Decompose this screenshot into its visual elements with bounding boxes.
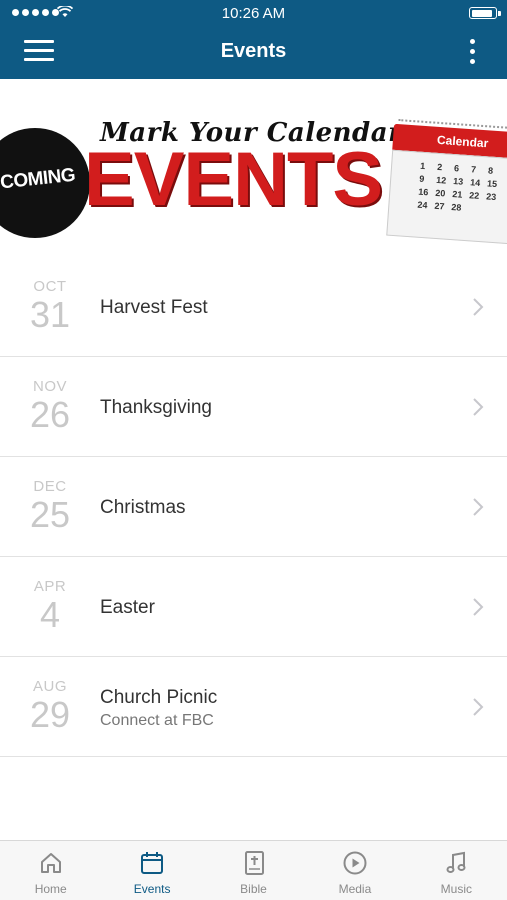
more-vertical-icon[interactable] (467, 39, 477, 67)
tab-bible[interactable]: Bible (203, 841, 304, 900)
calendar-day: 6 (453, 163, 460, 174)
calendar-illustration: Calendar 1 2 6 7 8 9 12 13 14 15 16 20 21 22 23 24 27 28 (386, 119, 507, 245)
event-row-church-picnic[interactable]: AUG 29 Church Picnic Connect at FBC (0, 657, 507, 757)
event-date: NOV 26 (18, 378, 82, 434)
event-day: 31 (29, 294, 71, 335)
app-header: 10:26 AM Events (0, 0, 507, 79)
calendar-day: 16 (418, 186, 429, 198)
event-row-easter[interactable]: APR 4 Easter (0, 557, 507, 657)
event-title: Thanksgiving (100, 397, 212, 418)
tab-label: Bible (240, 882, 267, 896)
tab-label: Home (34, 882, 67, 896)
event-day: 4 (39, 594, 61, 635)
tab-events[interactable]: Events (101, 841, 202, 900)
events-banner: PCOMING Mark Your Calendars EVENTS Calen… (0, 114, 507, 254)
event-date: DEC 25 (18, 478, 82, 534)
chevron-right-icon (473, 398, 484, 416)
event-title: Christmas (100, 497, 186, 518)
calendar-day: 2 (436, 161, 443, 173)
calendar-day: 27 (434, 200, 445, 212)
event-date: APR 4 (18, 578, 82, 634)
calendar-day: 7 (470, 164, 477, 175)
battery-icon (469, 7, 501, 19)
event-subtitle: Connect at FBC (100, 712, 214, 729)
bible-icon (244, 851, 264, 875)
event-row-harvest-fest[interactable]: OCT 31 Harvest Fest (0, 257, 507, 357)
calendar-day: 9 (418, 173, 425, 185)
event-day: 25 (29, 494, 71, 535)
music-note-icon (446, 851, 466, 873)
event-date: AUG 29 (18, 678, 82, 734)
calendar-day: 12 (435, 174, 447, 186)
calendar-day: 1 (419, 160, 426, 172)
chevron-right-icon (473, 598, 484, 616)
chevron-right-icon (473, 698, 484, 716)
calendar-day: 21 (451, 189, 463, 200)
event-title: Harvest Fest (100, 297, 208, 318)
calendar-day: 20 (434, 187, 446, 199)
event-title: Church Picnic (100, 687, 218, 708)
event-day: 29 (29, 694, 71, 735)
chevron-right-icon (473, 498, 484, 516)
banner-headline: EVENTS (84, 137, 383, 222)
calendar-icon (141, 852, 164, 874)
calendar-day: 22 (468, 190, 480, 201)
event-row-christmas[interactable]: DEC 25 Christmas (0, 457, 507, 557)
calendar-day: 8 (487, 165, 494, 176)
tab-home[interactable]: Home (0, 841, 101, 900)
calendar-day: 13 (452, 176, 464, 187)
tab-music[interactable]: Music (406, 841, 507, 900)
calendar-page: 1 2 6 7 8 9 12 13 14 15 16 20 21 22 23 24 27 28 (386, 149, 507, 245)
home-icon (40, 853, 61, 873)
tab-label: Events (133, 882, 171, 896)
calendar-day: 28 (451, 201, 462, 213)
calendar-grid: 1 2 6 7 8 9 12 13 14 15 16 20 21 22 23 24 27 28 (417, 161, 503, 216)
tab-label: Music (440, 882, 472, 896)
status-bar: 10:26 AM (0, 0, 507, 26)
page-title: Events (220, 40, 287, 62)
play-icon (343, 851, 367, 875)
event-list: OCT 31 Harvest Fest NOV 26 Thanksgiving … (0, 257, 507, 757)
calendar-day: 14 (469, 177, 481, 188)
calendar-day: 15 (486, 178, 498, 190)
event-row-thanksgiving[interactable]: NOV 26 Thanksgiving (0, 357, 507, 457)
tab-media[interactable]: Media (304, 841, 405, 900)
event-day: 26 (29, 394, 71, 435)
calendar-day: 23 (485, 191, 497, 203)
chevron-right-icon (473, 298, 484, 316)
tab-bar: Home Events Bible Media Music (0, 840, 507, 900)
tab-label: Media (338, 882, 372, 896)
status-time: 10:26 AM (221, 5, 286, 22)
event-title: Easter (100, 597, 155, 618)
event-date: OCT 31 (18, 278, 82, 334)
nav-bar: Events (0, 26, 507, 79)
calendar-day: 24 (417, 199, 428, 211)
